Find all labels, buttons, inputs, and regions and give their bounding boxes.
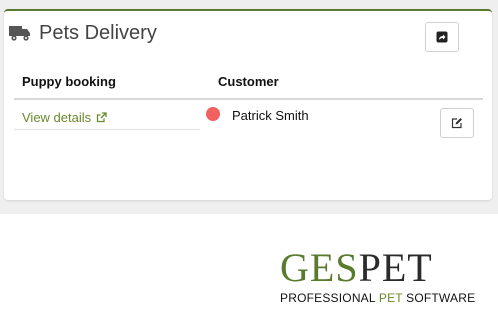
table-header-divider (14, 98, 483, 100)
customer-name: Patrick Smith (232, 108, 309, 123)
column-header-customer: Customer (218, 74, 279, 89)
truck-icon (9, 26, 30, 41)
logo-wordmark: GESPET (280, 245, 433, 290)
logo-tagline: PROFESSIONAL PET SOFTWARE (280, 291, 476, 305)
view-details-link[interactable]: View details (22, 110, 107, 125)
gespet-logo: GESPET PROFESSIONAL PET SOFTWARE (280, 245, 485, 306)
edit-button[interactable] (440, 108, 474, 138)
column-header-booking: Puppy booking (22, 74, 116, 89)
card-title: Pets Delivery (39, 22, 157, 44)
row-divider (14, 129, 200, 130)
view-details-label: View details (22, 110, 92, 125)
external-link-icon (96, 112, 107, 123)
edit-icon (451, 118, 462, 129)
pets-delivery-card: Pets Delivery Puppy booking Customer Vie… (4, 9, 492, 200)
share-button[interactable] (425, 22, 459, 52)
status-indicator (206, 107, 220, 121)
share-icon (436, 31, 448, 43)
